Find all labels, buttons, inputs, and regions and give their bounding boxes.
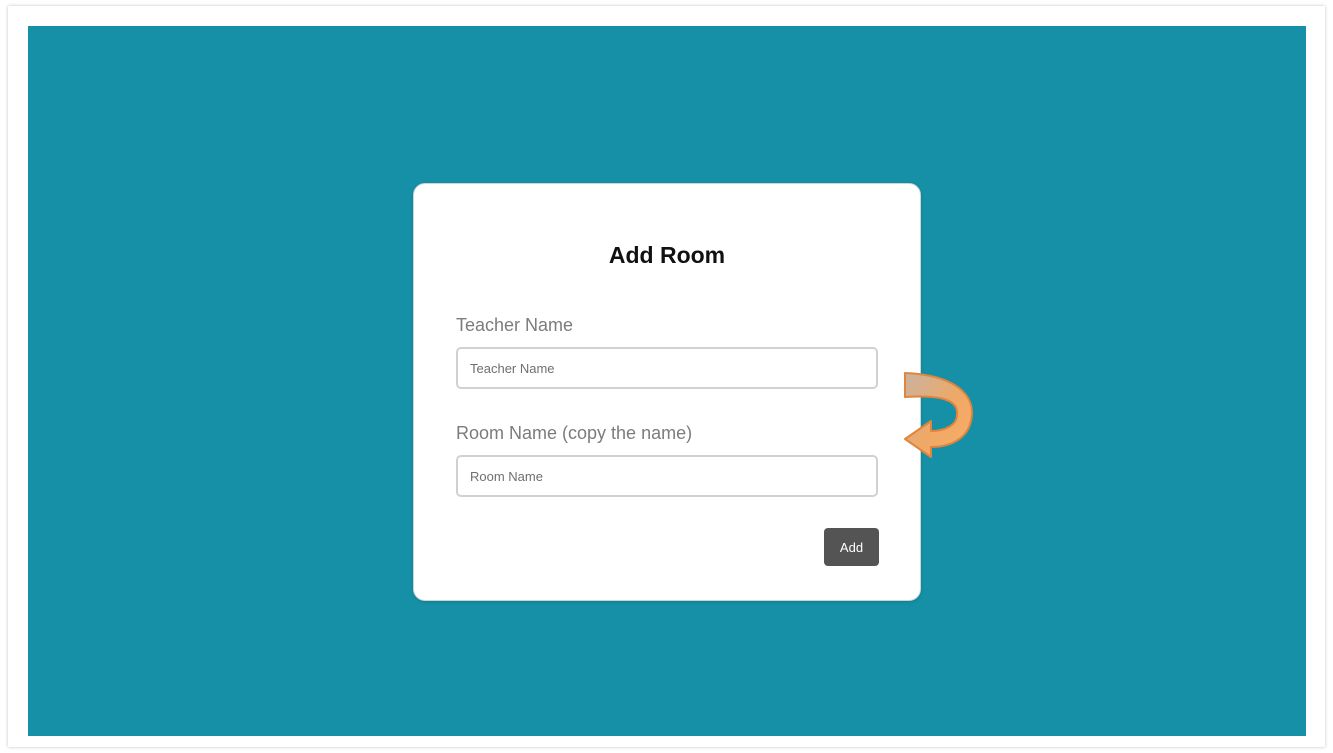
room-name-label: Room Name (copy the name)	[456, 423, 693, 443]
curved-arrow-icon	[904, 372, 973, 458]
add-button[interactable]: Add	[824, 528, 879, 566]
teacher-name-input[interactable]	[456, 347, 878, 389]
card-title: Add Room	[608, 242, 726, 268]
room-name-input[interactable]	[456, 455, 878, 497]
teacher-name-label: Teacher Name	[456, 315, 574, 335]
add-room-card: Add Room Teacher Name Room Name (copy th…	[413, 183, 921, 601]
